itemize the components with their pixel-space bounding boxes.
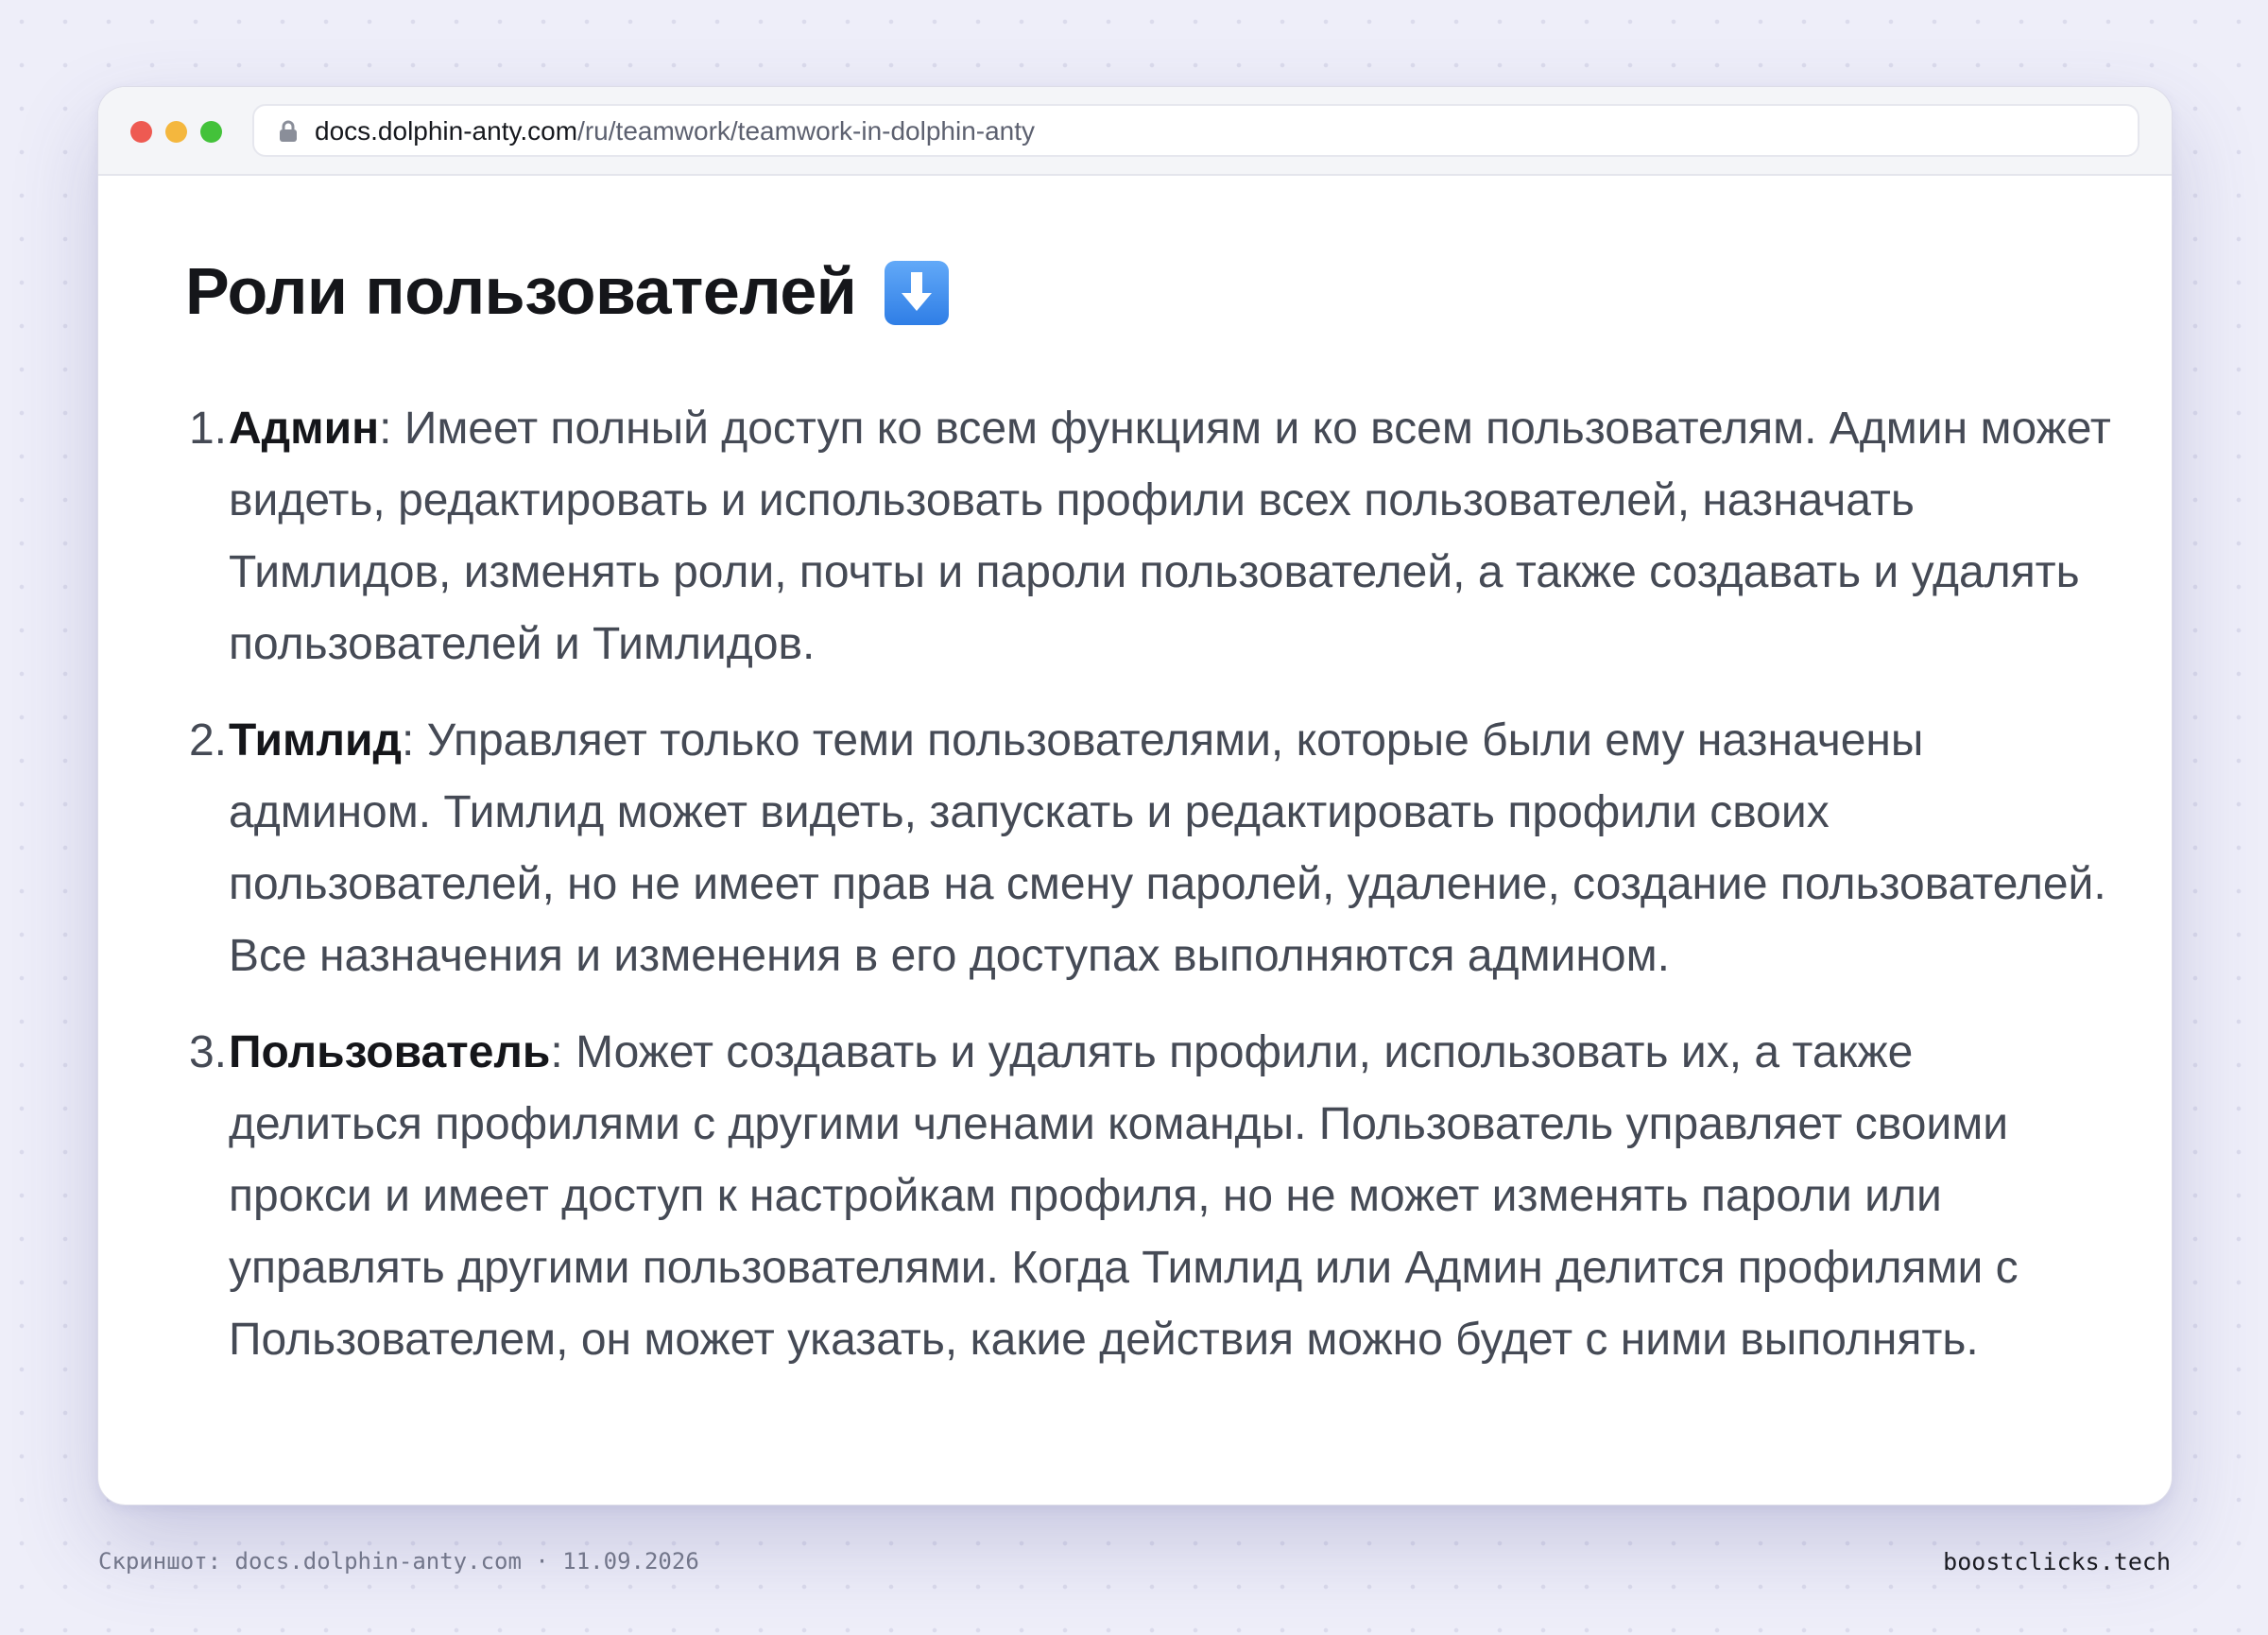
- role-text: Тимлид: Управляет только теми пользовате…: [229, 705, 2119, 992]
- page-content: Роли пользователей 1. Админ: Имеет полны…: [98, 176, 2172, 1505]
- role-name: Пользователь: [229, 1027, 551, 1077]
- role-description: : Имеет полный доступ ко всем функциям и…: [229, 404, 2111, 669]
- role-item-user: 3. Пользователь: Может создавать и удаля…: [189, 1017, 2119, 1376]
- down-arrow-icon: [883, 259, 951, 327]
- maximize-window-button[interactable]: [200, 121, 222, 143]
- page-title: Роли пользователей: [185, 251, 951, 331]
- role-description: : Может создавать и удалять профили, исп…: [229, 1027, 2019, 1365]
- url-path: /ru/teamwork/teamwork-in-dolphin-anty: [577, 116, 1036, 146]
- role-text: Админ: Имеет полный доступ ко всем функц…: [229, 393, 2119, 680]
- list-item-number: 3.: [188, 1027, 227, 1077]
- minimize-window-button[interactable]: [165, 121, 187, 143]
- url-text: docs.dolphin-anty.com/ru/teamwork/teamwo…: [315, 115, 1035, 147]
- list-item-number: 2.: [188, 715, 227, 766]
- role-item-teamlead: 2. Тимлид: Управляет только теми пользов…: [189, 705, 2119, 992]
- brand-label: boostclicks.tech: [1943, 1548, 2171, 1575]
- roles-list: 1. Админ: Имеет полный доступ ко всем фу…: [189, 393, 2119, 1401]
- role-name: Тимлид: [229, 715, 402, 766]
- page-title-text: Роли пользователей: [185, 254, 857, 328]
- screenshot-caption: Скриншот: docs.dolphin-anty.com · 11.09.…: [98, 1548, 699, 1575]
- role-text: Пользователь: Может создавать и удалять …: [229, 1017, 2119, 1376]
- browser-window: docs.dolphin-anty.com/ru/teamwork/teamwo…: [97, 86, 2173, 1506]
- lock-icon: [278, 120, 299, 143]
- role-description: : Управляет только теми пользователями, …: [229, 715, 2106, 981]
- address-bar[interactable]: docs.dolphin-anty.com/ru/teamwork/teamwo…: [252, 104, 2139, 157]
- browser-titlebar: docs.dolphin-anty.com/ru/teamwork/teamwo…: [98, 87, 2172, 176]
- role-item-admin: 1. Админ: Имеет полный доступ ко всем фу…: [189, 393, 2119, 680]
- close-window-button[interactable]: [130, 121, 152, 143]
- url-domain: docs.dolphin-anty.com: [315, 116, 578, 146]
- role-name: Админ: [229, 404, 380, 454]
- list-item-number: 1.: [188, 404, 227, 454]
